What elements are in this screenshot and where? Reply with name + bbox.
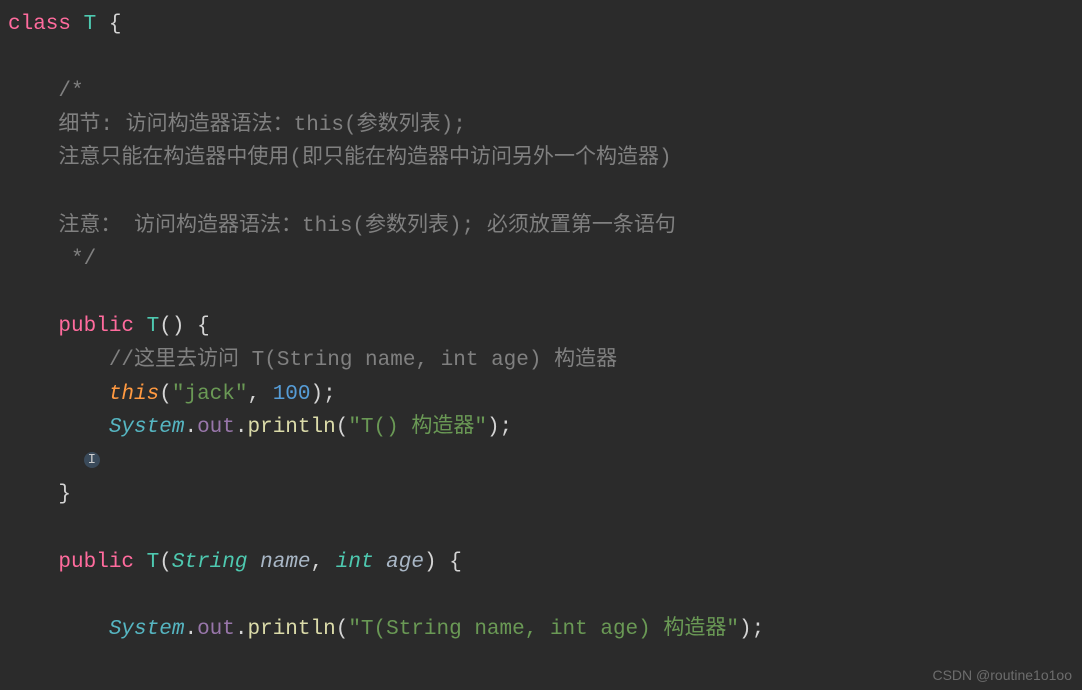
code-editor: class T { /* 细节: 访问构造器语法：this(参数列表); 注意只… — [8, 8, 1074, 646]
code-line: 细节: 访问构造器语法：this(参数列表); — [8, 109, 1074, 143]
code-line: 注意： 访问构造器语法：this(参数列表); 必须放置第一条语句 — [8, 210, 1074, 244]
cursor-indicator — [84, 452, 100, 468]
code-line — [8, 176, 1074, 210]
code-line: 注意只能在构造器中使用(即只能在构造器中访问另外一个构造器) — [8, 142, 1074, 176]
code-line: //这里去访问 T(String name, int age) 构造器 — [8, 344, 1074, 378]
code-line — [8, 512, 1074, 546]
code-line — [8, 445, 1074, 479]
code-line: System.out.println("T(String name, int a… — [8, 613, 1074, 647]
code-line: class T { — [8, 8, 1074, 42]
code-line — [8, 42, 1074, 76]
code-line: */ — [8, 243, 1074, 277]
code-line: } — [8, 478, 1074, 512]
code-line: System.out.println("T() 构造器"); — [8, 411, 1074, 445]
code-line — [8, 579, 1074, 613]
code-line: this("jack", 100); — [8, 378, 1074, 412]
watermark: CSDN @routine1o1oo — [932, 664, 1072, 686]
code-line: public T() { — [8, 310, 1074, 344]
code-line: public T(String name, int age) { — [8, 546, 1074, 580]
code-line: /* — [8, 75, 1074, 109]
code-line — [8, 277, 1074, 311]
